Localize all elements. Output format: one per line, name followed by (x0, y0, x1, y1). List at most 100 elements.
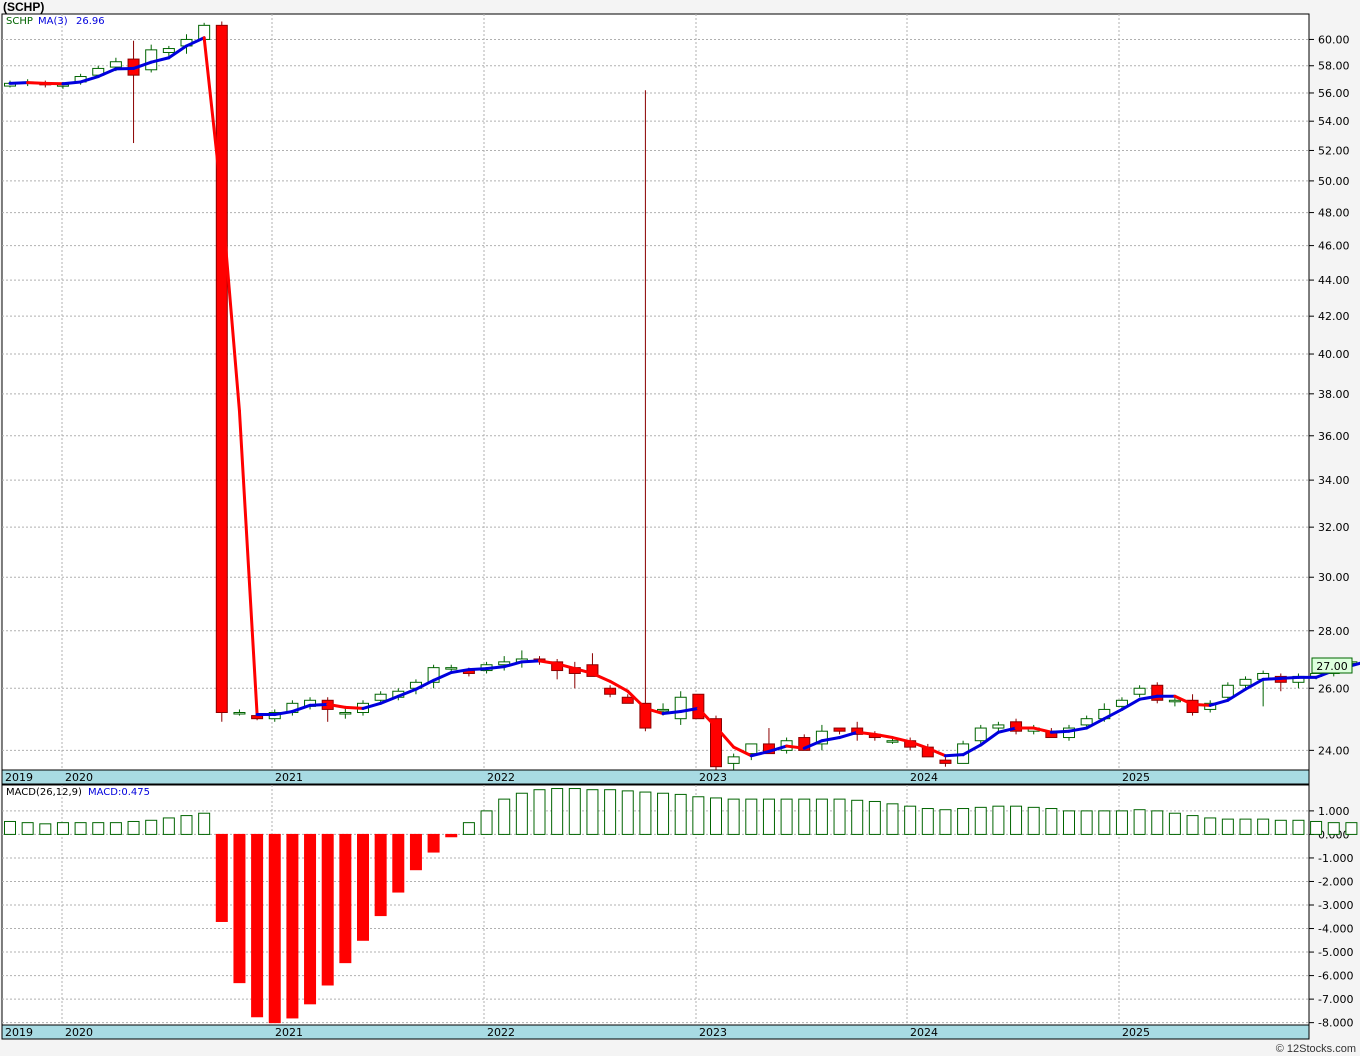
macd-date-label: 2022 (487, 1026, 515, 1039)
candle-body (745, 743, 758, 755)
ma-segment (8, 81, 30, 85)
macd-bar (374, 833, 387, 917)
ma-segment (467, 667, 489, 672)
last-price-badge: 27.00 (1311, 657, 1353, 674)
macd-bar (921, 808, 934, 835)
price-tick-label: 54.00 (1318, 115, 1350, 128)
candle-body (674, 696, 687, 720)
macd-bar (74, 822, 87, 835)
macd-bar (868, 800, 881, 835)
macd-bar (1310, 820, 1323, 835)
macd-bar (992, 805, 1005, 835)
candle-body (1221, 684, 1234, 698)
legend-ma-value: 26.96 (76, 16, 105, 27)
macd-bar (321, 833, 334, 986)
candle-body (1115, 699, 1128, 707)
price-tick-label: 30.00 (1318, 571, 1350, 584)
chart-canvas: 24.00 26.00 28.00 30.00 32.00 34.00 36.00 38.00… (1, 13, 1360, 1040)
price-tick-label: 26.00 (1318, 682, 1350, 695)
price-tick-label: 52.00 (1318, 144, 1350, 157)
macd-date-label: 2019 (5, 1026, 33, 1039)
watermark: © 12Stocks.com (1275, 1043, 1356, 1055)
macd-bar (1098, 810, 1111, 835)
candle-body (374, 693, 387, 701)
macd-bar (498, 798, 511, 835)
macd-bar (92, 822, 105, 835)
ma-segment (485, 665, 506, 671)
ma-segment (1191, 702, 1212, 707)
macd-bar (286, 833, 299, 1019)
macd-bar (480, 810, 493, 835)
candle-body (692, 693, 705, 720)
macd-date-label: 2020 (65, 1026, 93, 1039)
candle-body (604, 687, 617, 695)
price-tick-label: 40.00 (1318, 348, 1350, 361)
ma-segment (26, 81, 47, 85)
macd-bar (268, 833, 281, 1024)
macd-bar (1292, 819, 1305, 835)
price-date-band (1, 769, 1310, 785)
candle-body (974, 727, 987, 742)
macd-bar (1080, 810, 1093, 835)
macd-bar (1257, 818, 1270, 835)
macd-bar (1186, 815, 1199, 835)
candle-body (1168, 699, 1181, 703)
macd-bar (1327, 822, 1340, 835)
macd-tick-label: -2.000 (1318, 875, 1353, 888)
macd-bar (409, 833, 422, 871)
macd-date-label: 2023 (699, 1026, 727, 1039)
macd-bar (939, 809, 952, 835)
macd-tick-label: -8.000 (1318, 1017, 1353, 1030)
macd-axis: -8.000 -7.000 -6.000 -5.000 -4.000 -3.000 -2.0… (1309, 805, 1353, 1030)
macd-tick-label: -1.000 (1318, 852, 1353, 865)
macd-bar (1010, 805, 1023, 835)
macd-bar (233, 833, 246, 984)
macd-bar (780, 798, 793, 835)
price-date-label: 2021 (275, 771, 303, 784)
price-date-label: 2022 (487, 771, 515, 784)
price-date-label: 2023 (699, 771, 727, 784)
macd-bar (357, 833, 369, 941)
macd-bar (1168, 812, 1181, 835)
macd-bar (339, 833, 352, 964)
macd-bar (251, 833, 264, 1018)
macd-date-band (1, 1024, 1310, 1040)
macd-bar (109, 822, 122, 835)
macd-bar (145, 819, 158, 835)
legend-ma: MA(3) (38, 16, 68, 27)
macd-bar (798, 798, 811, 835)
price-tick-label: 58.00 (1318, 60, 1350, 73)
candle-body (727, 756, 740, 764)
macd-bar (180, 815, 193, 835)
macd-bar (674, 793, 687, 835)
legend-macd: MACD(26,12,9) (6, 787, 82, 798)
macd-bar (1221, 818, 1234, 835)
price-tick-label: 46.00 (1318, 240, 1350, 253)
legend-macd-value: MACD:0.475 (88, 787, 150, 798)
macd-bar (427, 833, 440, 853)
macd-bar (604, 789, 617, 835)
macd-bar (957, 808, 970, 835)
macd-date-label: 2021 (275, 1026, 303, 1039)
price-plot-area (1, 13, 1310, 771)
macd-bar (1115, 810, 1128, 835)
candle-body (215, 24, 228, 714)
price-tick-label: 42.00 (1318, 310, 1350, 323)
macd-bar (657, 792, 670, 835)
price-date-label: 2019 (5, 771, 33, 784)
candle-body (162, 48, 175, 53)
candle-body (657, 708, 670, 712)
candle-body (339, 712, 352, 715)
macd-date-label: 2025 (1122, 1026, 1150, 1039)
price-panel: 24.00 26.00 28.00 30.00 32.00 34.00 36.00 38.00… (1, 13, 1360, 785)
macd-tick-label: -5.000 (1318, 946, 1353, 959)
macd-bar (745, 798, 758, 835)
macd-bar (4, 820, 16, 835)
macd-bar (1204, 817, 1217, 835)
macd-bar (198, 812, 211, 835)
macd-tick-label: -4.000 (1318, 923, 1353, 936)
macd-bar (1274, 819, 1287, 835)
macd-bar (392, 833, 405, 893)
macd-bar (815, 798, 828, 835)
macd-bar (621, 790, 634, 835)
